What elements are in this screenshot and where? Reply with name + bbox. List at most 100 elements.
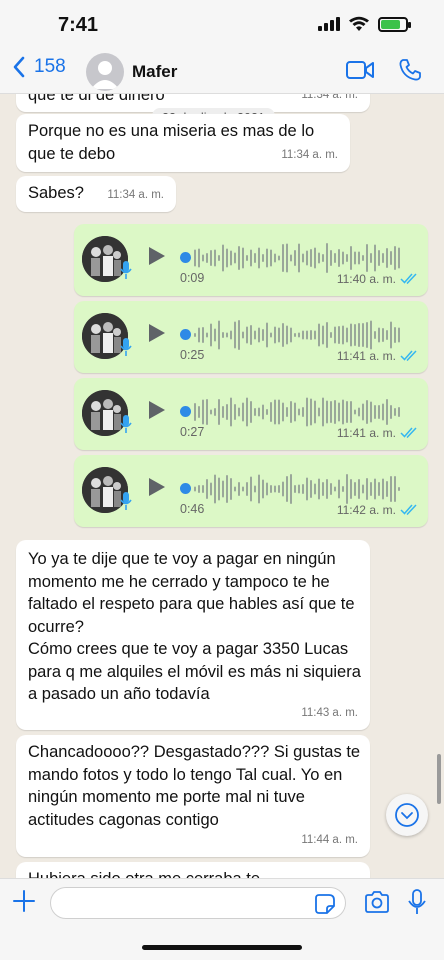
waveform-bar: [226, 332, 228, 338]
waveform-bar: [262, 479, 264, 499]
mic-icon: [120, 261, 132, 279]
waveform-bar: [282, 481, 284, 497]
waveform-bar: [378, 250, 380, 266]
waveform-bar: [230, 397, 232, 427]
waveform-bar: [242, 331, 244, 339]
waveform-bar: [302, 330, 304, 340]
waveform-bar: [234, 486, 236, 492]
waveform-bar: [346, 254, 348, 262]
waveform-bar: [302, 407, 304, 417]
waveform-bar: [282, 402, 284, 422]
waveform-bar: [322, 397, 324, 427]
waveform-bar: [226, 404, 228, 420]
message-time: 11:34 a. m.: [281, 148, 338, 161]
waveform-bar: [262, 329, 264, 341]
waveform-bar: [310, 249, 312, 267]
waveform-bar: [206, 253, 208, 263]
waveform-bar: [350, 401, 352, 423]
waveform-bar: [286, 407, 288, 417]
waveform-bar: [270, 402, 272, 422]
waveform-bar: [362, 403, 364, 421]
message-input[interactable]: [50, 887, 346, 919]
camera-icon[interactable]: [364, 891, 390, 913]
waveform-bar: [326, 400, 328, 424]
play-icon[interactable]: [148, 400, 166, 420]
play-icon[interactable]: [148, 323, 166, 343]
phone-icon[interactable]: [398, 58, 422, 82]
waveform-bar: [346, 327, 348, 343]
waveform-bar: [254, 408, 256, 416]
contact-name[interactable]: Mafer: [132, 62, 177, 82]
waveform-bar: [198, 248, 200, 268]
video-call-icon[interactable]: [346, 60, 374, 80]
play-icon[interactable]: [148, 246, 166, 266]
waveform-bar: [194, 403, 196, 421]
contact-avatar[interactable]: [86, 53, 124, 91]
message-time: 11:41 a. m.: [336, 425, 396, 440]
waveform-bar: [358, 323, 360, 347]
plus-icon[interactable]: [12, 889, 36, 913]
waveform-bar: [210, 250, 212, 266]
play-icon[interactable]: [148, 477, 166, 497]
voice-duration: 0:09: [180, 270, 205, 285]
waveform-bar: [374, 405, 376, 419]
waveform-bar: [214, 474, 216, 504]
waveform-bar: [350, 246, 352, 270]
waveform-bar: [330, 250, 332, 266]
waveform-bar: [306, 477, 308, 501]
waveform-bar: [246, 397, 248, 427]
waveform-bar: [286, 325, 288, 345]
waveform-bar: [330, 332, 332, 338]
scroll-down-button[interactable]: [386, 794, 428, 836]
waveform-bar: [386, 248, 388, 268]
waveform-bar: [354, 251, 356, 265]
waveform-bar: [330, 401, 332, 423]
waveform-bar: [214, 328, 216, 342]
waveform-bar: [374, 331, 376, 339]
voice-duration: 0:46: [180, 501, 205, 516]
waveform-bar: [290, 254, 292, 262]
waveform-bar: [214, 408, 216, 416]
waveform-bar: [194, 249, 196, 267]
waveform-bar: [354, 409, 356, 415]
waveform-bar: [274, 326, 276, 344]
waveform-bar: [230, 250, 232, 266]
microphone-icon[interactable]: [408, 889, 426, 915]
voice-note: 0:46 11:42 a. m.: [74, 455, 428, 527]
waveform-bar: [370, 253, 372, 263]
sticker-icon[interactable]: [314, 893, 336, 915]
chat-area[interactable]: que te di de dinero 11:34 a. m. 22 de di…: [0, 94, 444, 878]
back-button[interactable]: 158: [12, 56, 66, 78]
message-bubble-incoming: Chancadoooo?? Desgastado??? Si gustas te…: [16, 735, 370, 857]
waveform-bar: [350, 323, 352, 347]
waveform-bar: [326, 479, 328, 499]
status-time: 7:41: [58, 14, 99, 36]
waveform-bar: [234, 252, 236, 264]
waveform-bar: [218, 399, 220, 425]
waveform-bar: [294, 402, 296, 422]
waveform-bar: [398, 407, 400, 417]
waveform-bar: [366, 478, 368, 500]
battery-icon: [378, 16, 411, 32]
message-time: 11:43 a. m.: [301, 706, 358, 719]
waveform-bar: [322, 325, 324, 345]
waveform-bar: [222, 244, 224, 272]
waveform-bar: [290, 327, 292, 343]
waveform-bar: [242, 486, 244, 492]
waveform-bar: [394, 246, 396, 270]
message-time: 11:44 a. m.: [301, 833, 358, 846]
double-check-icon: [400, 427, 417, 439]
waveform-bar: [302, 484, 304, 494]
signal-icon: [318, 17, 340, 31]
scrollbar[interactable]: [437, 754, 441, 804]
waveform-bar: [266, 409, 268, 415]
waveform-bar: [318, 323, 320, 347]
waveform-bar: [274, 253, 276, 263]
waveform-bar: [390, 405, 392, 419]
waveform-bar: [234, 321, 236, 349]
double-check-icon: [400, 273, 417, 285]
waveform-bar: [262, 254, 264, 262]
waveform-bar: [198, 485, 200, 493]
waveform-bar: [398, 327, 400, 343]
waveform-bar: [270, 485, 272, 493]
